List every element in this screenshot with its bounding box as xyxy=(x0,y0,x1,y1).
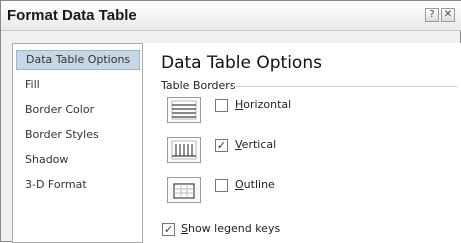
dialog-title: Format Data Table xyxy=(7,7,137,24)
sidebar-item-fill[interactable]: Fill xyxy=(16,75,140,95)
sidebar-item-shadow[interactable]: Shadow xyxy=(16,150,140,170)
section-label-table-borders: Table Borders xyxy=(161,79,236,92)
horizontal-label[interactable]: Horizontal xyxy=(235,98,291,111)
help-button[interactable]: ? xyxy=(425,8,439,22)
sidebar-item-border-color[interactable]: Border Color xyxy=(16,100,140,120)
horizontal-borders-icon xyxy=(167,97,201,123)
outline-checkbox[interactable] xyxy=(215,179,228,192)
outline-label[interactable]: Outline xyxy=(235,178,275,191)
format-data-table-dialog: Format Data Table ? ✕ Data Table Options… xyxy=(0,0,461,243)
panel-heading: Data Table Options xyxy=(161,53,322,73)
sidebar-item-data-table-options[interactable]: Data Table Options xyxy=(16,50,140,70)
close-button[interactable]: ✕ xyxy=(441,8,455,22)
sidebar-nav: Data Table Options Fill Border Color Bor… xyxy=(12,43,142,243)
options-panel: Data Table Options Table Borders Horizon… xyxy=(142,43,461,243)
outline-border-icon xyxy=(167,177,201,203)
sidebar-item-border-styles[interactable]: Border Styles xyxy=(16,125,140,145)
vertical-checkbox[interactable]: ✓ xyxy=(215,139,228,152)
sidebar-item-3d-format[interactable]: 3-D Format xyxy=(16,175,140,195)
title-bar: Format Data Table ? ✕ xyxy=(1,1,461,31)
vertical-label[interactable]: Vertical xyxy=(235,138,276,151)
vertical-borders-icon xyxy=(167,137,201,163)
show-legend-keys-checkbox[interactable]: ✓ xyxy=(162,223,175,236)
horizontal-checkbox[interactable] xyxy=(215,99,228,112)
section-divider xyxy=(227,86,457,87)
show-legend-keys-label[interactable]: Show legend keys xyxy=(181,222,280,235)
